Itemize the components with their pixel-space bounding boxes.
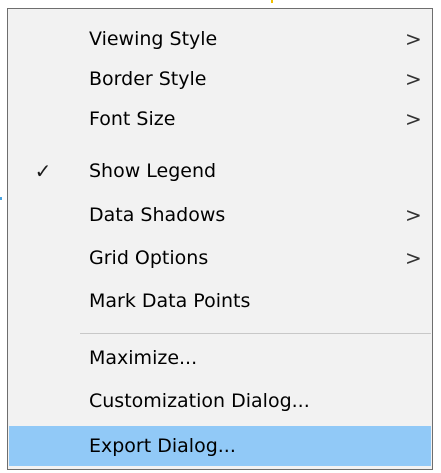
menu-item-maximize[interactable]: Maximize... [9,338,431,378]
menu-item-export-dialog[interactable]: Export Dialog... [9,426,431,466]
submenu-arrow-icon: > [405,107,422,131]
checkmark-icon: ✓ [34,159,52,183]
submenu-arrow-icon: > [405,246,422,270]
menu-item-label: Show Legend [89,160,217,182]
menu-separator [80,333,431,334]
submenu-arrow-icon: > [405,67,422,91]
menu-item-label: Grid Options [89,247,209,269]
window-edge-accent [271,0,273,3]
menu-item-customization-dialog[interactable]: Customization Dialog... [9,381,431,421]
menu-item-label: Font Size [89,108,176,130]
chart-context-menu: Viewing Style > Border Style > Font Size… [7,8,433,470]
screen: Viewing Style > Border Style > Font Size… [0,0,441,473]
menu-item-label: Border Style [89,68,207,90]
submenu-arrow-icon: > [405,203,422,227]
menu-item-border-style[interactable]: Border Style > [9,59,431,99]
menu-item-label: Maximize... [89,347,198,369]
menu-item-mark-data-points[interactable]: Mark Data Points [9,281,431,321]
menu-item-label: Viewing Style [89,28,218,50]
menu-item-data-shadows[interactable]: Data Shadows > [9,195,431,235]
menu-item-viewing-style[interactable]: Viewing Style > [9,19,431,59]
menu-item-label: Export Dialog... [89,435,236,457]
window-edge-tick [0,197,2,200]
menu-item-label: Mark Data Points [89,290,251,312]
menu-item-label: Data Shadows [89,204,226,226]
submenu-arrow-icon: > [405,27,422,51]
menu-item-show-legend[interactable]: ✓ Show Legend [9,151,431,191]
menu-item-grid-options[interactable]: Grid Options > [9,238,431,278]
menu-item-label: Customization Dialog... [89,390,310,412]
menu-item-font-size[interactable]: Font Size > [9,99,431,139]
